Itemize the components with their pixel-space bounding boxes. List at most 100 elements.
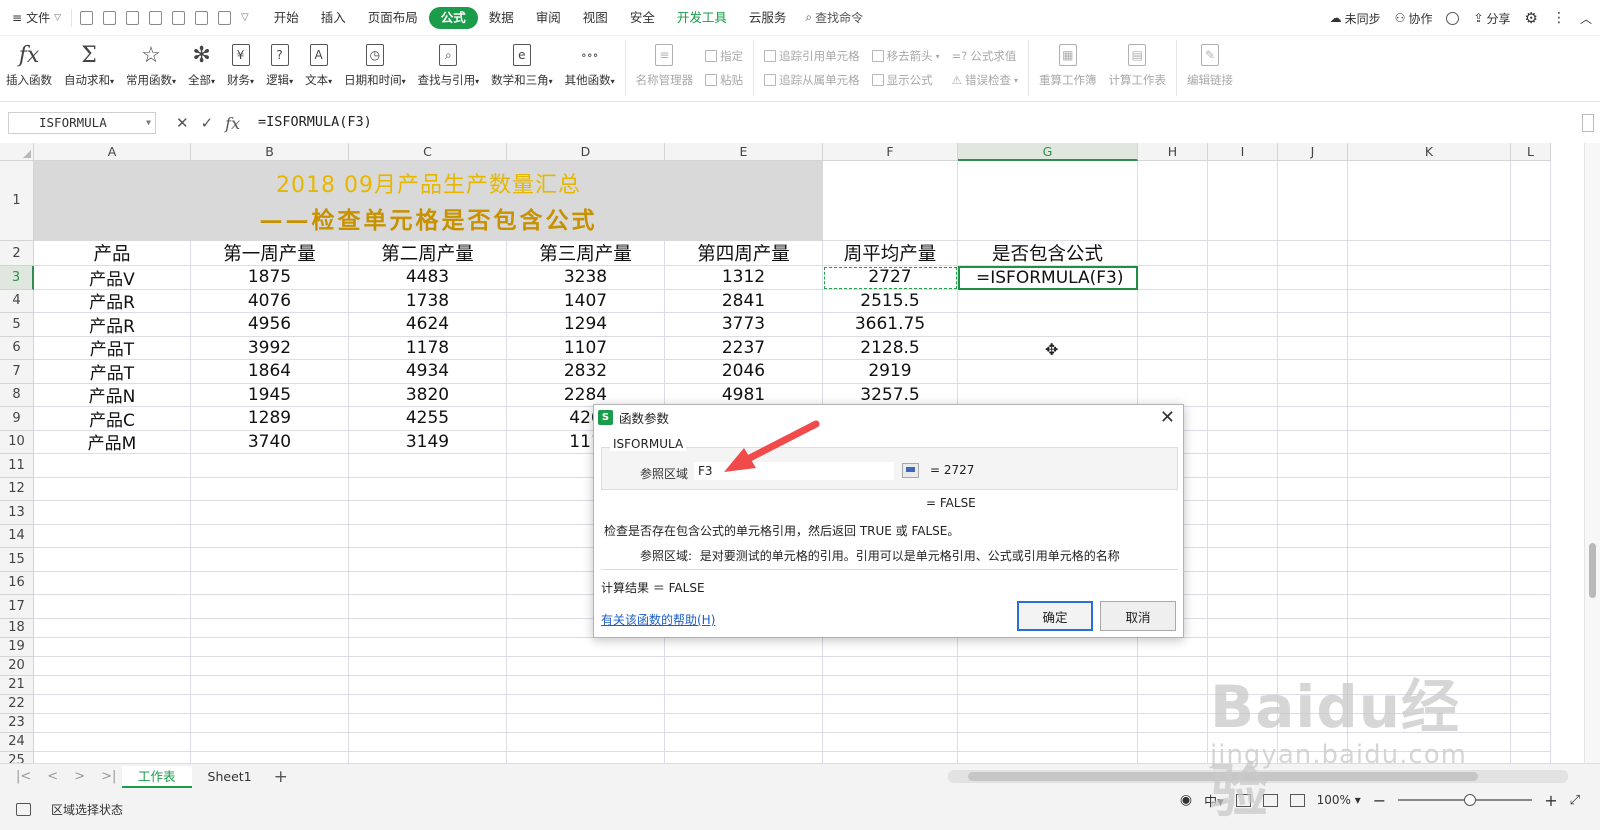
cell[interactable] (1278, 548, 1348, 572)
formula-input[interactable]: =ISFORMULA(F3) (250, 110, 1566, 135)
cell[interactable] (1511, 618, 1551, 638)
input-method-icon[interactable]: 中▾ (1204, 791, 1224, 810)
cell[interactable] (1278, 571, 1348, 595)
cell[interactable] (191, 751, 349, 763)
cell[interactable] (1511, 751, 1551, 763)
data-cell[interactable]: 4483 (349, 266, 507, 290)
cell[interactable] (1208, 289, 1278, 313)
cell[interactable] (1348, 675, 1511, 695)
cell[interactable] (1278, 360, 1348, 384)
data-cell[interactable]: 4956 (191, 313, 349, 337)
save-icon[interactable] (103, 10, 116, 25)
cell[interactable] (34, 454, 191, 478)
cell[interactable] (1511, 595, 1551, 619)
cell[interactable] (1278, 161, 1348, 241)
screenshot-icon[interactable] (195, 10, 208, 25)
cell[interactable] (1208, 430, 1278, 454)
tab-8[interactable]: 开发工具 (666, 7, 738, 29)
cell[interactable] (1511, 313, 1551, 337)
cell[interactable] (1138, 336, 1208, 360)
row-header-24[interactable]: 24 (0, 732, 34, 752)
data-cell[interactable]: 4076 (191, 289, 349, 313)
cell[interactable] (1348, 383, 1511, 407)
cell[interactable] (191, 524, 349, 548)
cell[interactable] (349, 637, 507, 657)
column-header-K[interactable]: K (1348, 143, 1511, 161)
cell[interactable] (1278, 637, 1348, 657)
tab-0[interactable]: 开始 (263, 7, 310, 29)
cell[interactable] (958, 675, 1138, 695)
cell[interactable] (823, 694, 958, 714)
data-cell[interactable]: 4255 (349, 407, 507, 431)
tab-7[interactable]: 安全 (619, 7, 666, 29)
row-header-15[interactable]: 15 (0, 548, 34, 572)
cell[interactable] (1511, 713, 1551, 733)
tab-3[interactable]: 公式 (428, 6, 478, 29)
cell[interactable] (1208, 713, 1278, 733)
new-file-icon[interactable] (80, 10, 93, 25)
cell[interactable] (1278, 656, 1348, 676)
cell[interactable] (1511, 430, 1551, 454)
cell[interactable] (1278, 266, 1348, 290)
recalc-workbook-button[interactable]: ▦ 重算工作簿 (1033, 40, 1103, 96)
cell[interactable] (1348, 360, 1511, 384)
cell[interactable] (1511, 694, 1551, 714)
tab-1[interactable]: 插入 (310, 7, 357, 29)
data-cell[interactable]: 1738 (349, 289, 507, 313)
header-cell[interactable]: 周平均产量 (823, 241, 958, 266)
cell[interactable] (1348, 407, 1511, 431)
cell[interactable] (958, 313, 1138, 337)
cell[interactable] (958, 694, 1138, 714)
cell[interactable] (1348, 161, 1511, 241)
tab-9[interactable]: 云服务 (738, 7, 798, 29)
cell[interactable] (507, 656, 665, 676)
zoom-level[interactable]: 100% ▾ (1317, 793, 1361, 807)
cell[interactable] (1348, 477, 1511, 501)
cell[interactable] (1208, 313, 1278, 337)
cell[interactable] (191, 571, 349, 595)
cell[interactable] (349, 732, 507, 752)
cell[interactable] (1208, 336, 1278, 360)
data-cell[interactable]: 1864 (191, 360, 349, 384)
cell[interactable] (191, 694, 349, 714)
cell[interactable] (349, 571, 507, 595)
header-cell[interactable]: 第四周产量 (665, 241, 823, 266)
cell[interactable] (1278, 407, 1348, 431)
column-header-C[interactable]: C (349, 143, 507, 161)
cell[interactable] (34, 694, 191, 714)
row-header-1[interactable]: 1 (0, 161, 34, 241)
data-cell[interactable]: 产品N (34, 383, 191, 407)
cell[interactable] (823, 161, 958, 241)
cell[interactable] (1278, 501, 1348, 525)
cell[interactable] (349, 675, 507, 695)
calc-sheet-button[interactable]: ▤ 计算工作表 (1103, 40, 1173, 96)
cell[interactable] (34, 675, 191, 695)
cell[interactable] (1208, 524, 1278, 548)
zoom-out-icon[interactable]: − (1373, 791, 1386, 810)
cell[interactable] (1138, 266, 1208, 290)
cell[interactable] (191, 732, 349, 752)
cell[interactable] (1208, 454, 1278, 478)
function-help-link[interactable]: 有关该函数的帮助(H) (601, 611, 715, 628)
row-header-2[interactable]: 2 (0, 241, 34, 266)
cell[interactable] (34, 524, 191, 548)
range-picker-icon[interactable] (902, 463, 919, 478)
header-cell[interactable]: 第二周产量 (349, 241, 507, 266)
zoom-in-icon[interactable]: + (1544, 791, 1557, 810)
cell[interactable] (1278, 289, 1348, 313)
header-cell[interactable]: 产品 (34, 241, 191, 266)
cell[interactable] (34, 571, 191, 595)
cell[interactable] (1511, 289, 1551, 313)
error-check-button[interactable]: ⚠ 错误检查 ▾ (952, 72, 1018, 88)
fullscreen-icon[interactable]: ⤢ (1570, 793, 1580, 808)
ribbon-button-10[interactable]: ∘∘∘ 其他函数▾ (559, 40, 621, 96)
cell-f3[interactable]: 2727 (823, 266, 958, 290)
cell[interactable] (1348, 694, 1511, 714)
ribbon-button-0[interactable]: fx 插入函数 (0, 40, 58, 96)
cell[interactable] (349, 595, 507, 619)
collapse-ribbon-icon[interactable]: ︿ (1580, 10, 1592, 27)
settings-gear-icon[interactable]: ⚙ (1525, 9, 1538, 27)
column-header-A[interactable]: A (34, 143, 191, 161)
cell[interactable] (1348, 430, 1511, 454)
cell[interactable] (1348, 595, 1511, 619)
